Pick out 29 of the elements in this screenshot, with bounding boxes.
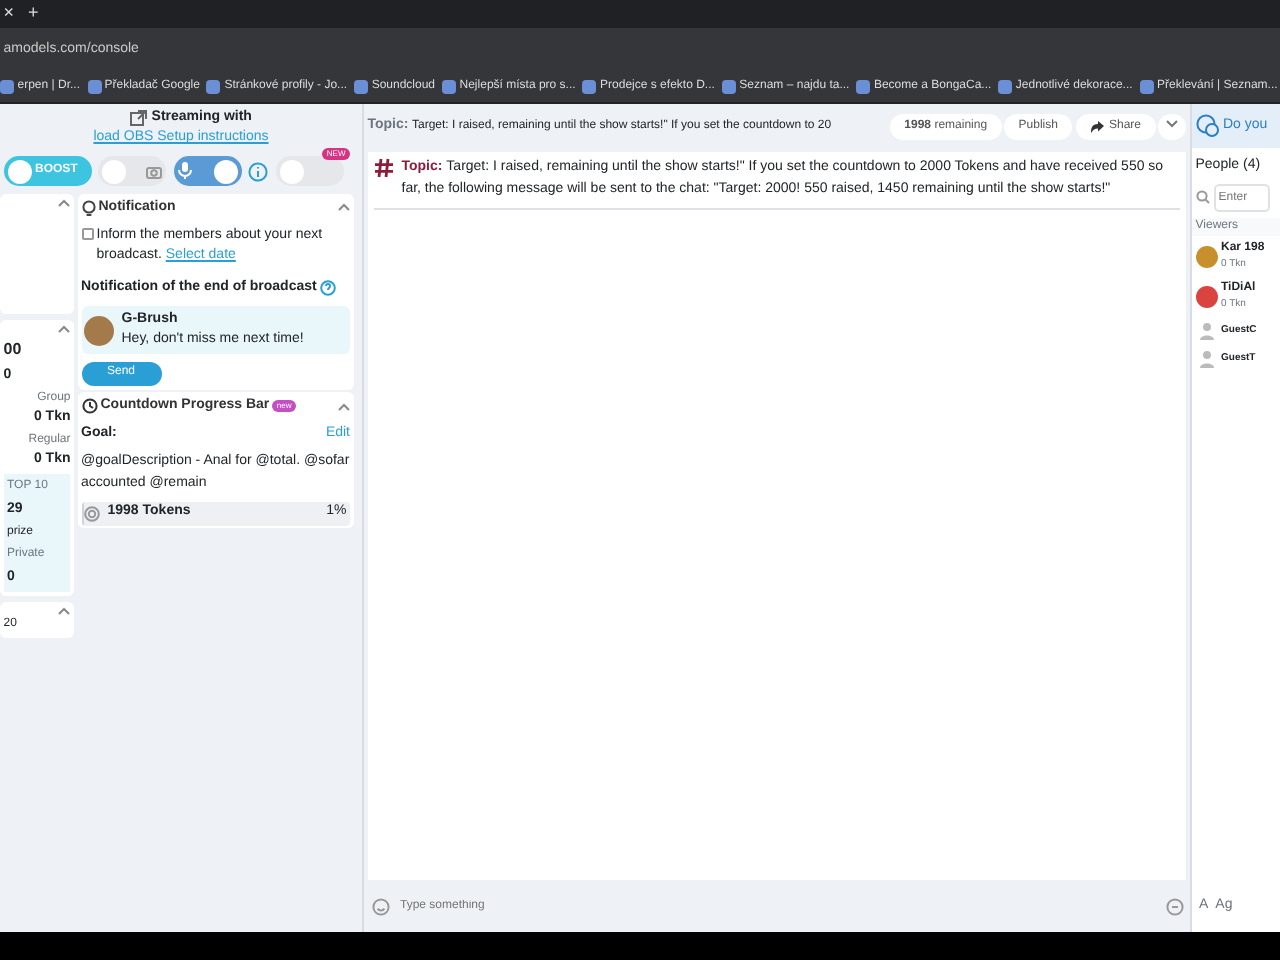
more-button[interactable] bbox=[1158, 113, 1187, 139]
hash-icon bbox=[374, 158, 395, 179]
emoji-icon[interactable] bbox=[371, 897, 389, 915]
toggle-switch[interactable] bbox=[98, 156, 167, 187]
caret-up-icon[interactable] bbox=[58, 324, 71, 334]
share-arrow-icon bbox=[1089, 119, 1106, 133]
stat-value: 00 bbox=[3, 337, 24, 362]
caret-up-icon[interactable] bbox=[338, 401, 350, 412]
person-icon bbox=[1195, 348, 1218, 371]
coin-icon bbox=[84, 505, 101, 521]
camera-icon bbox=[146, 163, 163, 180]
close-tab-button[interactable]: × bbox=[3, 0, 15, 28]
external-link-icon bbox=[130, 109, 149, 127]
tip-icon[interactable] bbox=[1165, 897, 1183, 915]
caret-down-icon bbox=[1166, 118, 1179, 129]
caret-up-icon[interactable] bbox=[58, 605, 71, 616]
caret-up-icon[interactable] bbox=[338, 202, 350, 213]
help-icon[interactable] bbox=[320, 280, 337, 296]
bulb-icon bbox=[81, 199, 95, 216]
timer-icon bbox=[81, 398, 97, 415]
info-icon[interactable] bbox=[248, 161, 269, 182]
avatar-circle bbox=[84, 315, 115, 345]
checkbox[interactable] bbox=[81, 227, 93, 239]
microphone-icon bbox=[177, 162, 192, 181]
search-icon bbox=[1195, 190, 1210, 204]
new-tab-button[interactable]: + bbox=[28, 0, 39, 28]
caret-up-icon[interactable] bbox=[58, 197, 71, 207]
person-icon bbox=[1195, 319, 1218, 342]
toggle-switch[interactable] bbox=[173, 156, 242, 187]
